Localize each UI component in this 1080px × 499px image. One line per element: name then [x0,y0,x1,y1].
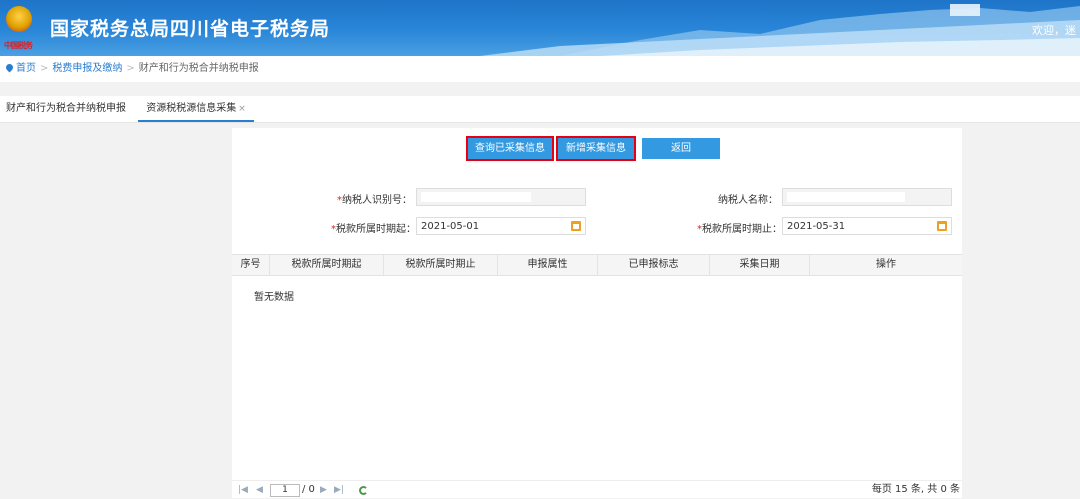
breadcrumb-separator: > [40,63,49,74]
column-header[interactable]: 序号 [232,255,270,275]
empty-state-text: 暂无数据 [254,292,294,303]
first-page-icon[interactable]: |◀ [238,481,248,499]
tab-label: 资源税税源信息采集 [146,103,237,114]
period-start-label: *税款所属时期起： [331,224,416,235]
taxpayer-name-label: 纳税人名称： [718,195,778,206]
prev-page-icon[interactable]: ◀ [256,481,263,499]
breadcrumb: 首页 > 税费申报及缴纳 > 财产和行为税合并纳税申报 [0,56,1080,82]
emblem-caption: 中国税务 [4,40,33,50]
location-pin-icon [4,62,15,73]
next-page-icon[interactable]: ▶ [320,481,327,499]
highlight-box [466,136,554,161]
column-header[interactable]: 已申报标志 [598,255,710,275]
period-end-label: *税款所属时期止： [697,224,782,235]
site-header: 中国税务 国家税务总局四川省电子税务局 欢迎，迷 [0,0,1080,56]
tab-bar: 财产和行为税合并纳税申报 资源税税源信息采集 × [0,96,1080,123]
tab-label: 财产和行为税合并纳税申报 [6,103,126,114]
column-header[interactable]: 申报属性 [498,255,598,275]
back-button[interactable]: 返回 [642,138,720,159]
last-page-icon[interactable]: ▶| [334,481,344,499]
tab-resource-tax-collection[interactable]: 资源税税源信息采集 × [138,96,254,122]
breadcrumb-home[interactable]: 首页 [16,63,36,74]
column-header[interactable]: 税款所属时期止 [384,255,498,275]
pager-summary: 每页 15 条, 共 0 条 [871,484,960,495]
tab-property-behavior-tax[interactable]: 财产和行为税合并纳税申报 [6,96,126,122]
page-number-input[interactable]: 1 [270,484,300,497]
refresh-icon[interactable] [359,486,368,495]
breadcrumb-separator: > [126,63,135,74]
taxpayer-name-field[interactable] [782,188,952,206]
site-title: 国家税务总局四川省电子税务局 [50,18,331,40]
column-header[interactable]: 采集日期 [710,255,810,275]
tax-emblem-icon [6,6,32,32]
total-pages: / 0 [302,484,315,495]
column-header[interactable]: 操作 [810,255,962,275]
tab-close-icon[interactable]: × [238,104,246,114]
calendar-icon[interactable] [937,221,947,231]
breadcrumb-tax-declaration[interactable]: 税费申报及缴纳 [52,63,122,74]
period-start-date-input[interactable]: 2021-05-01 [416,217,586,235]
welcome-text[interactable]: 欢迎，迷 [1032,22,1076,38]
breadcrumb-current: 财产和行为税合并纳税申报 [138,63,259,74]
calendar-icon[interactable] [571,221,581,231]
period-end-date-input[interactable]: 2021-05-31 [782,217,952,235]
column-header[interactable]: 税款所属时期起 [270,255,384,275]
pagination-bar: |◀ ◀ 1 / 0 ▶ ▶| 每页 15 条, 共 0 条 [232,480,962,499]
highlight-box [556,136,636,161]
main-panel: 查询已采集信息 新增采集信息 返回 *纳税人识别号： 纳税人名称： *税款所属时… [232,128,962,498]
taxpayer-id-label: *纳税人识别号： [337,195,412,206]
table-header: 序号 税款所属时期起 税款所属时期止 申报属性 已申报标志 采集日期 操作 [232,254,962,276]
taxpayer-id-field[interactable] [416,188,586,206]
